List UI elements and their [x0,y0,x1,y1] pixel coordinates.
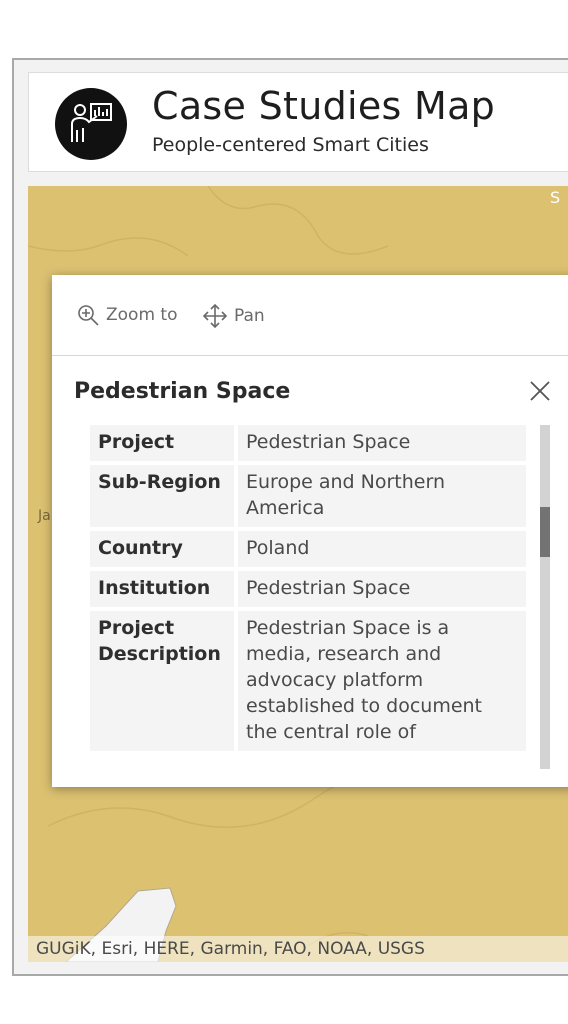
field-key: Project [90,425,238,461]
map-place-label: Ja [38,508,51,524]
map-attribution: GUGiK, Esri, HERE, Garmin, FAO, NOAA, US… [28,936,568,962]
map-place-label: S [550,188,561,207]
zoom-to-label: Zoom to [106,305,178,325]
table-row: Institution Pedestrian Space [90,571,526,607]
field-value: Pedestrian Space [238,425,526,461]
popup-scrollbar[interactable] [540,425,550,769]
close-icon [530,381,550,401]
close-button[interactable] [528,379,552,403]
popup-actions: Zoom to Pan [52,275,568,355]
attribute-table-container[interactable]: Project Pedestrian Space Sub-Region Euro… [90,425,526,769]
app-title: Case Studies Map [152,84,496,128]
popup-title: Pedestrian Space [74,379,291,404]
table-row: Project Description Pedestrian Space is … [90,611,526,751]
person-presenting-icon [71,103,112,142]
field-key: Project Description [90,611,238,751]
pan-label: Pan [234,306,265,326]
field-value: Pedestrian Space [238,571,526,607]
field-key: Institution [90,571,238,607]
pan-button[interactable]: Pan [202,303,265,329]
popup-divider [52,355,568,356]
field-value: Europe and Northern America [238,465,526,527]
attribute-table: Project Pedestrian Space Sub-Region Euro… [90,425,526,755]
field-key: Country [90,531,238,567]
scrollbar-thumb[interactable] [540,507,550,557]
zoom-in-icon [78,305,99,326]
table-row: Project Pedestrian Space [90,425,526,461]
pan-arrows-icon [202,303,228,329]
table-row: Sub-Region Europe and Northern America [90,465,526,527]
feature-popup: Zoom to Pan Pedestrian Space Project Ped… [52,275,568,787]
zoom-to-button[interactable]: Zoom to [76,303,177,327]
field-value: Poland [238,531,526,567]
field-value: Pedestrian Space is a media, research an… [238,611,526,751]
logo [55,88,127,160]
app-subtitle: People-centered Smart Cities [152,134,429,156]
table-row: Country Poland [90,531,526,567]
field-key: Sub-Region [90,465,238,527]
